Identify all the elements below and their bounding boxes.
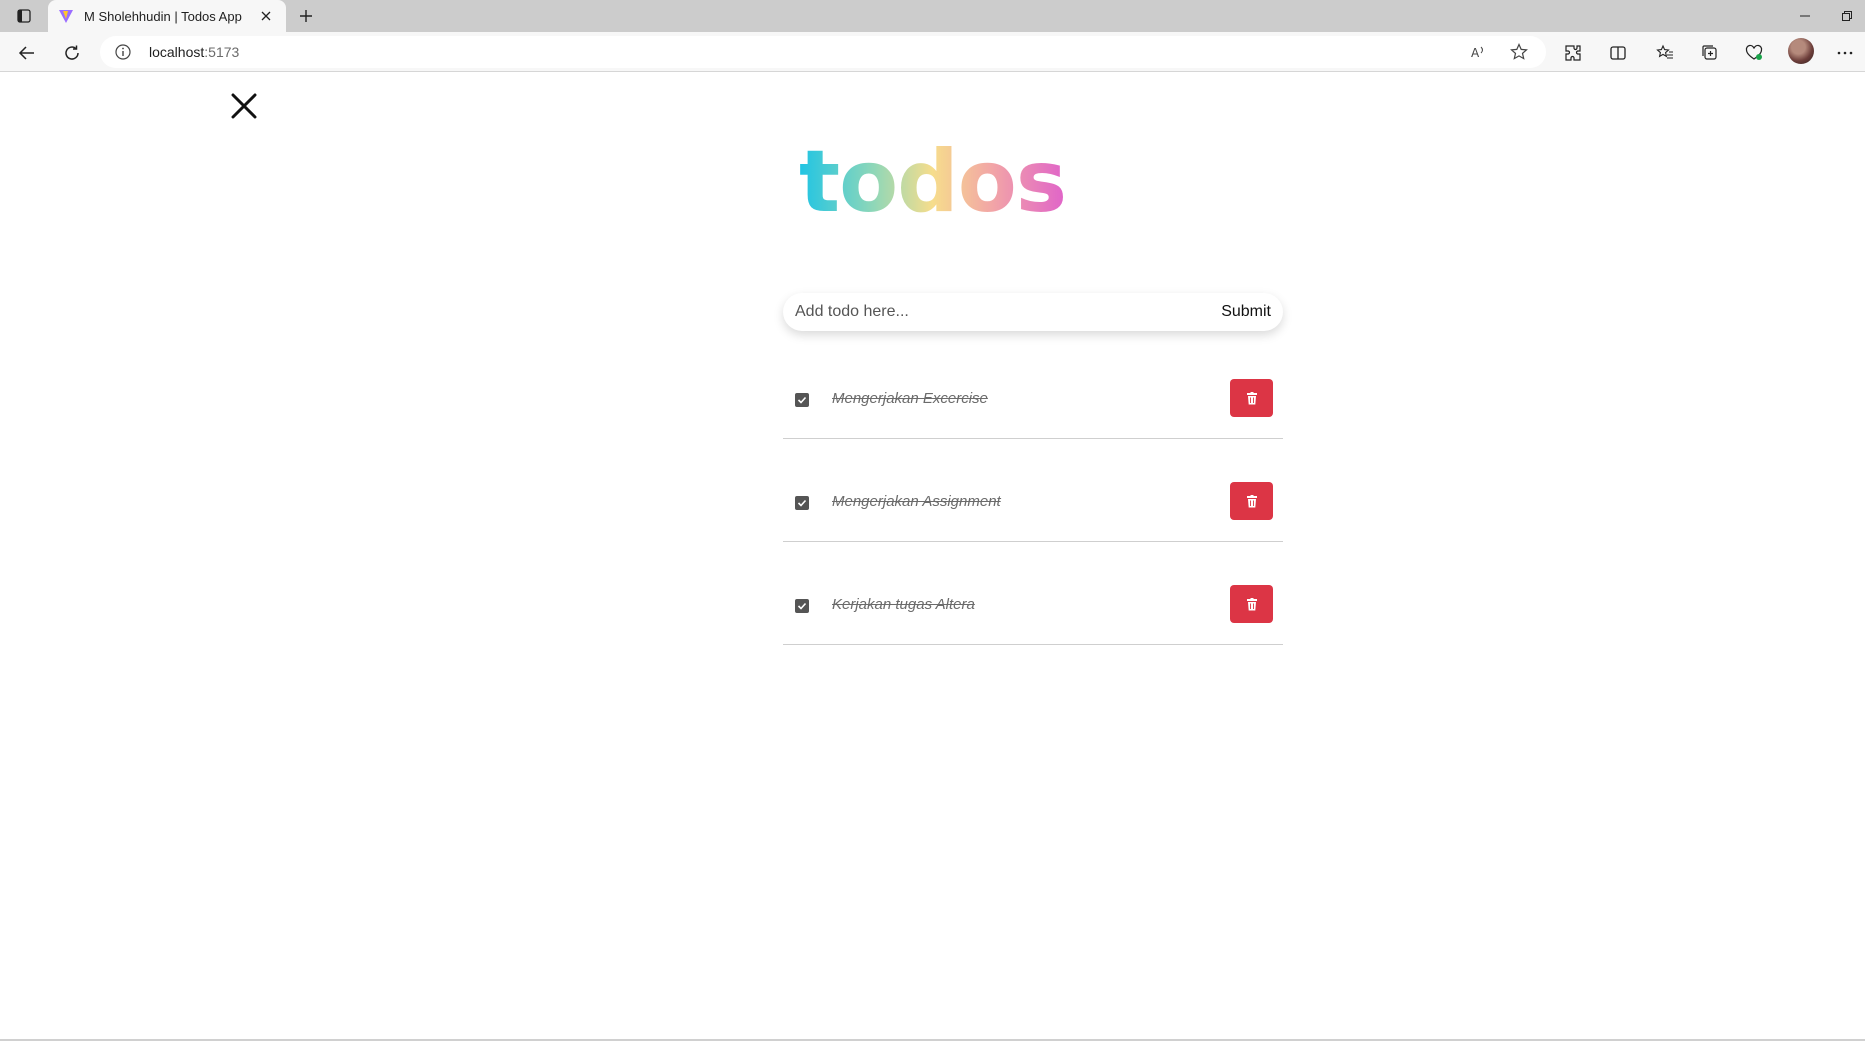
browser-tab[interactable]: M Sholehhudin | Todos App bbox=[48, 0, 286, 32]
favorites-icon[interactable] bbox=[1652, 40, 1678, 66]
todo-item: Kerjakan tugas Altera bbox=[783, 585, 1283, 645]
todo-checkbox[interactable] bbox=[795, 599, 809, 613]
trash-icon bbox=[1246, 391, 1257, 404]
reload-icon[interactable] bbox=[59, 40, 85, 66]
close-tab-icon[interactable] bbox=[256, 6, 276, 26]
delete-button[interactable] bbox=[1230, 379, 1273, 417]
restore-icon[interactable] bbox=[1837, 6, 1857, 26]
browser-essentials-icon[interactable] bbox=[1741, 40, 1767, 66]
todo-item: Mengerjakan Excercise bbox=[783, 379, 1283, 439]
delete-button[interactable] bbox=[1230, 482, 1273, 520]
tab-title: M Sholehhudin | Todos App bbox=[84, 8, 242, 24]
url-text[interactable]: localhost:5173 bbox=[149, 44, 239, 60]
browser-toolbar: localhost:5173 A bbox=[0, 32, 1865, 72]
back-icon[interactable] bbox=[14, 40, 40, 66]
new-tab-icon[interactable] bbox=[294, 4, 318, 28]
add-todo-form: Submit bbox=[783, 293, 1283, 331]
submit-button[interactable]: Submit bbox=[1209, 293, 1283, 331]
address-bar[interactable]: localhost:5173 A bbox=[100, 36, 1546, 68]
delete-button[interactable] bbox=[1230, 585, 1273, 623]
trash-icon bbox=[1246, 597, 1257, 610]
extensions-icon[interactable] bbox=[1560, 40, 1586, 66]
todo-text: Mengerjakan Excercise bbox=[832, 390, 988, 407]
app-logo: todos bbox=[798, 132, 1067, 232]
tab-actions-icon[interactable] bbox=[12, 6, 36, 26]
collections-icon[interactable] bbox=[1697, 40, 1723, 66]
split-screen-icon[interactable] bbox=[1605, 40, 1631, 66]
trash-icon bbox=[1246, 494, 1257, 507]
svg-text:A: A bbox=[1471, 46, 1480, 60]
profile-avatar[interactable] bbox=[1788, 38, 1814, 64]
todo-item: Mengerjakan Assignment bbox=[783, 482, 1283, 542]
minimize-icon[interactable] bbox=[1795, 6, 1815, 26]
read-aloud-icon[interactable]: A bbox=[1469, 42, 1489, 62]
favorite-star-icon[interactable] bbox=[1509, 42, 1529, 62]
close-icon[interactable] bbox=[229, 91, 259, 121]
more-icon[interactable] bbox=[1832, 40, 1858, 66]
vite-logo-icon bbox=[58, 8, 74, 24]
tab-strip: M Sholehhudin | Todos App bbox=[0, 0, 1865, 32]
todo-input[interactable] bbox=[783, 293, 1210, 331]
todo-checkbox[interactable] bbox=[795, 496, 809, 510]
todo-text: Kerjakan tugas Altera bbox=[832, 596, 975, 613]
site-info-icon[interactable] bbox=[114, 43, 132, 61]
todo-text: Mengerjakan Assignment bbox=[832, 493, 1001, 510]
todo-checkbox[interactable] bbox=[795, 393, 809, 407]
